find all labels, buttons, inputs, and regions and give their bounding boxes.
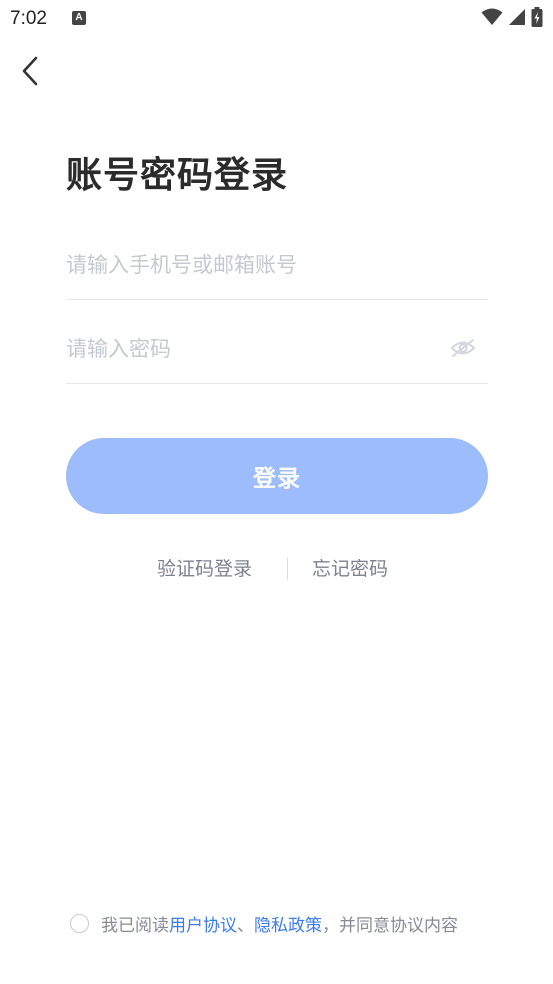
agreement-row: 我已阅读 用户协议 、 隐私政策 ，并同意协议内容 <box>70 910 458 936</box>
login-button[interactable]: 登录 <box>66 438 488 514</box>
agreement-checkbox[interactable] <box>70 913 89 933</box>
agreement-separator: 、 <box>237 915 254 936</box>
account-field-container <box>66 216 488 300</box>
password-field-container <box>66 300 488 384</box>
user-agreement-link[interactable]: 用户协议 <box>169 911 237 936</box>
back-button[interactable] <box>14 54 46 88</box>
status-bar: 7:02 A <box>0 0 553 38</box>
eye-off-icon[interactable] <box>450 338 476 358</box>
page-title: 账号密码登录 <box>66 155 289 196</box>
notification-a-icon: A <box>72 11 86 25</box>
password-input[interactable] <box>66 332 446 366</box>
status-icons <box>481 7 543 27</box>
account-input[interactable] <box>66 248 446 282</box>
agreement-suffix: ，并同意协议内容 <box>322 915 458 936</box>
privacy-policy-link[interactable]: 隐私政策 <box>254 911 322 936</box>
wifi-icon <box>481 8 503 25</box>
battery-charging-icon <box>531 7 543 27</box>
agreement-prefix: 我已阅读 <box>101 915 169 936</box>
divider <box>287 558 288 580</box>
sms-login-link[interactable]: 验证码登录 <box>157 554 252 581</box>
alt-login-links: 验证码登录 忘记密码 <box>0 554 553 584</box>
chevron-left-icon <box>22 56 38 86</box>
signal-icon <box>509 9 525 25</box>
forgot-password-link[interactable]: 忘记密码 <box>312 554 388 581</box>
status-time: 7:02 <box>10 8 47 29</box>
